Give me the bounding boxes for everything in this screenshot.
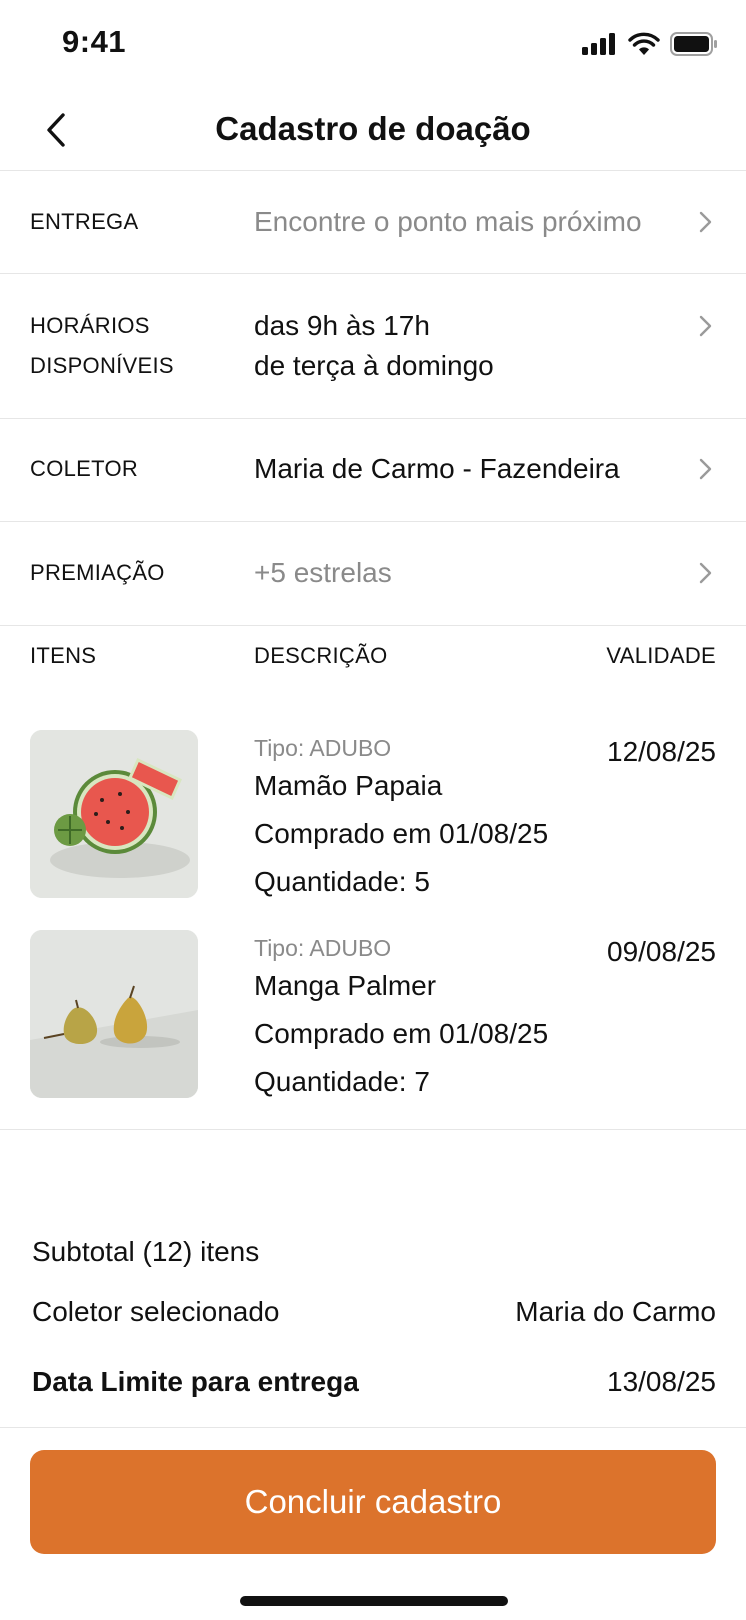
row-value-premiacao: +5 estrelas — [254, 557, 392, 588]
wifi-icon — [628, 32, 660, 55]
chevron-right-icon — [699, 458, 712, 480]
conclude-registration-button[interactable]: Concluir cadastro — [30, 1450, 716, 1554]
row-value-entrega: Encontre o ponto mais próximo — [254, 206, 642, 237]
list-item[interactable]: Tipo: ADUBO Manga Palmer Comprado em 01/… — [0, 930, 746, 1120]
row-label-coletor: COLETOR — [30, 456, 139, 481]
summary-collector: Coletor selecionado Maria do Carmo — [32, 1292, 716, 1332]
items-table-header: ITENS DESCRIÇÃO VALIDADE — [0, 636, 746, 676]
chevron-right-icon — [699, 562, 712, 584]
row-value-coletor: Maria de Carmo - Fazendeira — [254, 453, 620, 484]
item-image-pears — [30, 930, 198, 1098]
list-item[interactable]: Tipo: ADUBO Mamão Papaia Comprado em 01/… — [0, 730, 746, 920]
signal-icon — [582, 33, 615, 55]
row-label-premiacao: PREMIAÇÃO — [30, 560, 165, 585]
battery-icon — [670, 32, 717, 56]
item-image-watermelon — [30, 730, 198, 898]
chevron-right-icon — [699, 211, 712, 233]
divider — [0, 1427, 746, 1428]
row-coletor[interactable]: COLETOR Maria de Carmo - Fazendeira — [0, 419, 746, 522]
item-bought-date: Comprado em 01/08/25 — [254, 1018, 549, 1049]
status-bar: 9:41 — [0, 0, 746, 90]
row-premiacao[interactable]: PREMIAÇÃO +5 estrelas — [0, 522, 746, 626]
collector-value: Maria do Carmo — [515, 1296, 716, 1327]
item-validity: 12/08/25 — [607, 736, 716, 767]
row-label-entrega: ENTREGA — [30, 209, 139, 234]
navbar: Cadastro de doação — [0, 90, 746, 171]
pears-image — [30, 930, 198, 1098]
item-name: Manga Palmer — [254, 970, 437, 1001]
header-descricao: DESCRIÇÃO — [254, 643, 388, 668]
item-type: Tipo: ADUBO — [254, 735, 392, 761]
row-label-horarios-line2: DISPONÍVEIS — [30, 353, 174, 378]
item-quantity: Quantidade: 5 — [254, 866, 430, 897]
subtotal-label: Subtotal (12) itens — [32, 1236, 260, 1267]
row-value-horarios-line2: de terça à domingo — [254, 350, 494, 381]
item-validity: 09/08/25 — [607, 936, 716, 967]
row-label-horarios-line1: HORÁRIOS — [30, 313, 150, 338]
row-entrega[interactable]: ENTREGA Encontre o ponto mais próximo — [0, 171, 746, 274]
divider — [0, 1129, 746, 1130]
collector-label: Coletor selecionado — [32, 1296, 280, 1327]
deadline-label: Data Limite para entrega — [32, 1366, 359, 1397]
status-icons — [582, 32, 718, 56]
summary-deadline: Data Limite para entrega 13/08/25 — [32, 1362, 716, 1402]
item-bought-date: Comprado em 01/08/25 — [254, 818, 549, 849]
page-title: Cadastro de doação — [215, 110, 531, 147]
deadline-value: 13/08/25 — [607, 1366, 716, 1397]
item-quantity: Quantidade: 7 — [254, 1066, 430, 1097]
chevron-right-icon — [699, 315, 712, 337]
watermelon-image — [30, 730, 198, 898]
header-validade: VALIDADE — [606, 643, 716, 668]
status-time: 9:41 — [62, 24, 127, 59]
item-type: Tipo: ADUBO — [254, 935, 392, 961]
home-indicator — [240, 1596, 508, 1606]
header-itens: ITENS — [30, 643, 97, 668]
item-name: Mamão Papaia — [254, 770, 443, 801]
row-value-horarios-line1: das 9h às 17h — [254, 310, 430, 341]
summary-subtotal: Subtotal (12) itens — [32, 1232, 716, 1272]
row-horarios[interactable]: HORÁRIOS DISPONÍVEIS das 9h às 17h de te… — [0, 274, 746, 419]
